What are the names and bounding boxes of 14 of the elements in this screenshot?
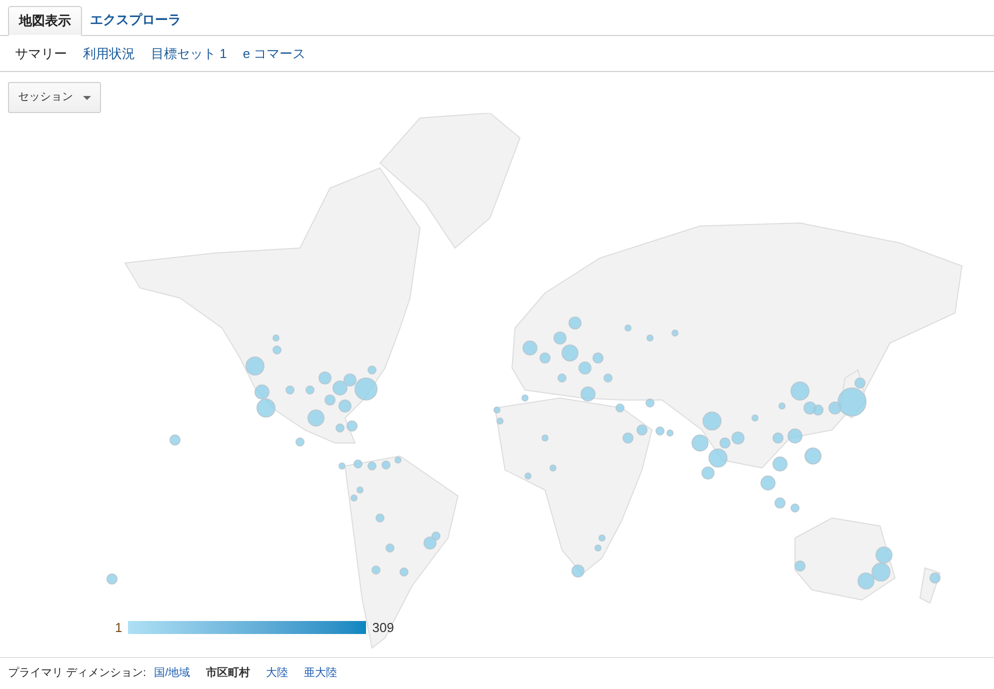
- primary-dimension-label: プライマリ ディメンション:: [8, 666, 146, 682]
- metric-dropdown[interactable]: セッション: [8, 82, 101, 113]
- legend-max-label: 309: [372, 619, 394, 637]
- dimension-link[interactable]: 亜大陸: [304, 665, 338, 682]
- view-tab[interactable]: エクスプローラ: [82, 5, 189, 35]
- dimension-link[interactable]: 大陸: [266, 665, 288, 682]
- view-tab[interactable]: 地図表示: [8, 6, 82, 36]
- report-link[interactable]: 目標セット 1: [151, 44, 227, 64]
- dimension-link[interactable]: 国/地域: [154, 665, 190, 682]
- report-link[interactable]: 利用状況: [83, 44, 135, 64]
- report-link[interactable]: e コマース: [242, 44, 306, 64]
- legend-min-label: 1: [115, 619, 122, 637]
- report-link[interactable]: サマリー: [15, 44, 67, 64]
- dimension-link[interactable]: 市区町村: [206, 665, 250, 682]
